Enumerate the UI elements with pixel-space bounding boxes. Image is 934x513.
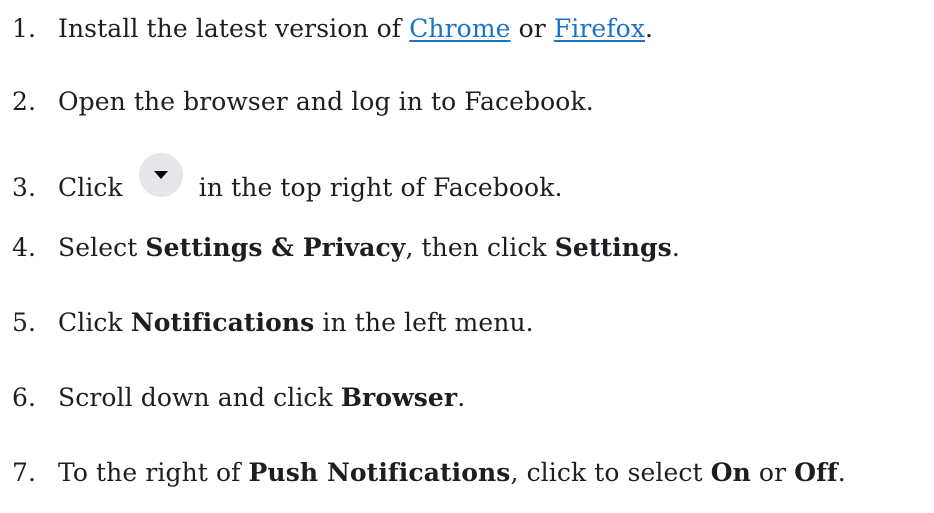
step-text: or xyxy=(510,14,554,43)
step-text: Click xyxy=(58,173,123,202)
chrome-link[interactable]: Chrome xyxy=(409,14,510,43)
step-text: . xyxy=(457,383,466,412)
step-7: 7. To the right of Push Notifications, cl… xyxy=(12,458,846,488)
step-4: 4. Select Settings & Privacy, then click … xyxy=(12,233,680,263)
instruction-list: 1. Install the latest version of Chrome o… xyxy=(0,0,934,513)
step-text: Install the latest version of xyxy=(58,14,410,43)
step-text: . xyxy=(837,458,846,487)
step-number: 3. xyxy=(12,173,37,202)
on-label: On xyxy=(710,458,751,487)
step-text: Click xyxy=(58,308,131,337)
step-text: or xyxy=(750,458,795,487)
step-text: To the right of xyxy=(58,458,249,487)
step-number: 4. xyxy=(12,233,37,262)
off-label: Off xyxy=(794,458,838,487)
push-notifications-label: Push Notifications xyxy=(248,458,511,487)
step-1: 1. Install the latest version of Chrome o… xyxy=(12,14,653,44)
step-text: , click to select xyxy=(510,458,711,487)
step-text: . xyxy=(671,233,680,262)
settings-label: Settings xyxy=(554,233,672,262)
step-number: 1. xyxy=(12,14,37,43)
step-3: 3. Click in the top right of Facebook. xyxy=(12,153,563,210)
step-text: , then click xyxy=(405,233,555,262)
notifications-label: Notifications xyxy=(130,308,315,337)
step-text: . xyxy=(645,14,654,43)
step-text: Select xyxy=(58,233,146,262)
step-text: Scroll down and click xyxy=(58,383,341,412)
step-number: 2. xyxy=(12,87,37,116)
step-number: 7. xyxy=(12,458,37,487)
account-menu-dropdown-icon xyxy=(138,153,183,197)
step-text: Open the browser and log in to Facebook. xyxy=(58,87,594,116)
firefox-link[interactable]: Firefox xyxy=(554,14,645,43)
step-6: 6. Scroll down and click Browser. xyxy=(12,383,465,413)
step-number: 6. xyxy=(12,383,37,412)
step-text: in the left menu. xyxy=(314,308,534,337)
browser-label: Browser xyxy=(340,383,458,412)
settings-privacy-label: Settings & Privacy xyxy=(145,233,406,262)
step-5: 5. Click Notifications in the left menu. xyxy=(12,308,534,338)
step-text: in the top right of Facebook. xyxy=(198,173,563,202)
step-number: 5. xyxy=(12,308,37,337)
step-2: 2. Open the browser and log in to Faceboo… xyxy=(12,87,594,117)
